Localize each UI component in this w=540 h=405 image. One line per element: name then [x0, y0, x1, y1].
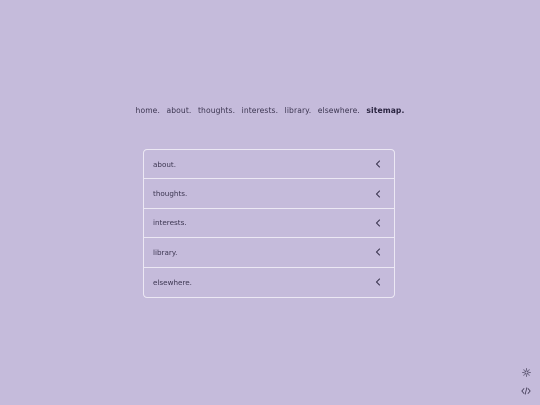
theme-toggle-button[interactable]: [521, 367, 531, 377]
sitemap-row-about[interactable]: about.: [144, 150, 394, 180]
nav-link-thoughts[interactable]: thoughts.: [198, 106, 235, 115]
sun-icon: [521, 367, 531, 377]
nav-link-about[interactable]: about.: [167, 106, 192, 115]
sitemap-row-label: about.: [153, 159, 177, 169]
sitemap-row-label: interests.: [153, 218, 187, 228]
sitemap-row-library[interactable]: library.: [144, 238, 394, 268]
sitemap-list: about. thoughts. interests. library. els…: [143, 149, 395, 298]
sitemap-row-thoughts[interactable]: thoughts.: [144, 179, 394, 209]
view-source-button[interactable]: [521, 386, 531, 396]
nav-link-elsewhere[interactable]: elsewhere.: [318, 106, 360, 115]
chevron-left-icon: [374, 248, 382, 256]
page: home. about. thoughts. interests. librar…: [0, 0, 540, 405]
chevron-left-icon: [374, 190, 382, 198]
nav-link-interests[interactable]: interests.: [242, 106, 279, 115]
sitemap-row-label: elsewhere.: [153, 277, 192, 287]
sitemap-row-elsewhere[interactable]: elsewhere.: [144, 268, 394, 297]
code-icon: [521, 387, 531, 395]
chevron-left-icon: [374, 160, 382, 168]
sitemap-row-interests[interactable]: interests.: [144, 209, 394, 239]
nav-link-home[interactable]: home.: [136, 106, 160, 115]
nav-link-sitemap[interactable]: sitemap.: [366, 106, 404, 115]
chevron-left-icon: [374, 219, 382, 227]
nav-link-library[interactable]: library.: [285, 106, 312, 115]
sitemap-row-label: thoughts.: [153, 189, 188, 199]
sitemap-row-label: library.: [153, 247, 178, 257]
chevron-left-icon: [374, 278, 382, 286]
top-nav: home. about. thoughts. interests. librar…: [0, 106, 540, 115]
